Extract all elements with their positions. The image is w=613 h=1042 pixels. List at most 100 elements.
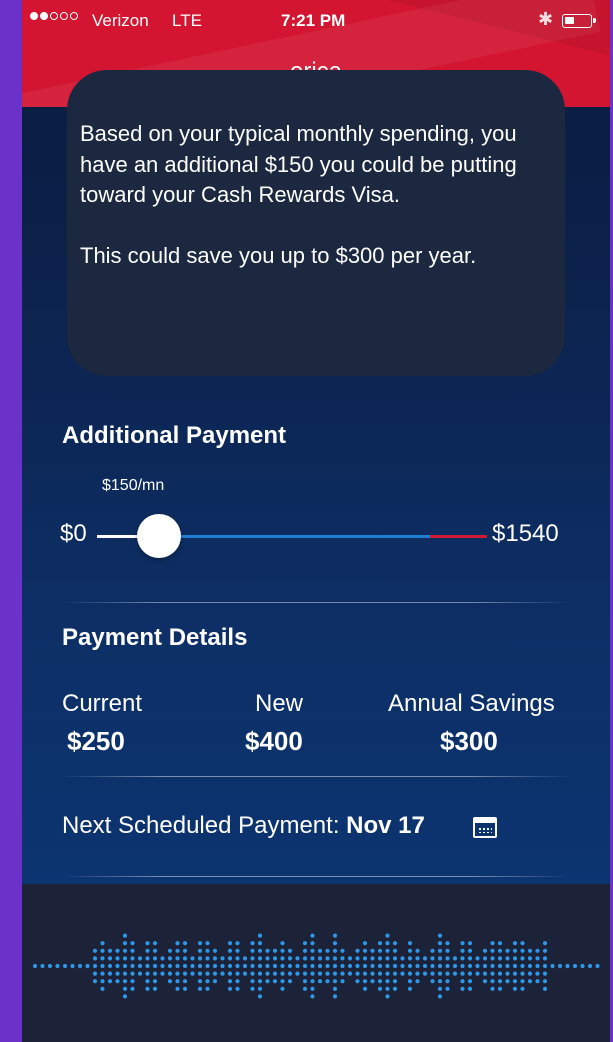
wave-dot [100, 948, 105, 953]
wave-dot [242, 963, 248, 969]
annual-savings-value: $300 [440, 726, 498, 756]
wave-dot [385, 979, 390, 984]
wave-dot [370, 963, 375, 969]
wave-dot [362, 971, 368, 976]
wave-dot [182, 971, 188, 976]
wave-dot [152, 979, 158, 984]
wave-dot [437, 994, 443, 999]
wave-dot [235, 948, 240, 953]
wave-dot [100, 986, 105, 991]
wave-dot [505, 963, 510, 969]
wave-dot [250, 963, 255, 969]
wave-dot [512, 971, 518, 976]
payment-slider-thumb[interactable] [136, 514, 181, 558]
voice-input-panel[interactable] [22, 884, 610, 1042]
wave-dot [535, 971, 540, 976]
wave-dot [407, 979, 413, 984]
wave-dot [385, 933, 390, 938]
wave-dot [280, 963, 285, 969]
wave-dot [167, 956, 173, 961]
wave-dot [130, 971, 135, 976]
wave-dot [347, 971, 353, 976]
wave-dot [280, 948, 285, 953]
divider [60, 602, 572, 603]
wave-dot [385, 971, 390, 976]
wave-dot [355, 971, 360, 976]
slider-min-label: $0 [60, 520, 87, 547]
wave-dot [280, 956, 285, 961]
wave-dot [107, 979, 113, 984]
wave-dot [460, 971, 465, 976]
wave-dot [505, 979, 510, 984]
wave-dot [122, 979, 128, 984]
wave-dot [430, 956, 435, 961]
wave-dot [122, 933, 128, 938]
wave-dot [272, 971, 278, 976]
signal-dot [40, 12, 48, 20]
signal-dot [30, 12, 38, 20]
wave-dot [535, 956, 540, 961]
wave-dot [497, 956, 503, 961]
wave-dot [407, 963, 413, 969]
wave-dot [115, 956, 120, 961]
wave-dot [392, 986, 398, 991]
wave-dot [160, 963, 165, 969]
wave-dot [512, 979, 518, 984]
wave-dot [160, 971, 165, 976]
wave-dot [512, 956, 518, 961]
next-payment-date[interactable]: Nov 17 [346, 812, 425, 839]
wave-dot [340, 963, 345, 969]
wave-dot [287, 956, 293, 961]
wave-dot [497, 948, 503, 953]
wave-dot [362, 948, 368, 953]
wave-dot [415, 948, 420, 953]
wave-dot [415, 971, 420, 976]
wave-dot [47, 963, 53, 969]
wave-dot [362, 963, 368, 969]
wave-dot [182, 979, 188, 984]
calendar-icon[interactable] [473, 817, 497, 838]
wave-dot [145, 971, 150, 976]
wave-dot [257, 933, 263, 938]
wave-dot [512, 963, 518, 969]
wave-dot [460, 948, 465, 953]
wave-dot [370, 956, 375, 961]
wave-dot [40, 963, 45, 969]
wave-dot [100, 979, 105, 984]
wave-dot [325, 963, 330, 969]
wave-dot [92, 979, 98, 984]
wave-dot [287, 963, 293, 969]
wave-dot [257, 963, 263, 969]
wave-dot [115, 979, 120, 984]
wave-dot [175, 979, 180, 984]
wave-dot [520, 986, 525, 991]
wave-dot [107, 956, 113, 961]
wave-dot [325, 948, 330, 953]
wave-dot [115, 971, 120, 976]
wave-dot [332, 979, 338, 984]
wave-dot [242, 956, 248, 961]
wave-dot [550, 963, 555, 969]
wave-dot [490, 956, 495, 961]
wave-dot [572, 963, 578, 969]
wave-dot [385, 956, 390, 961]
wave-dot [295, 963, 300, 969]
wave-dot [235, 986, 240, 991]
wave-dot [107, 971, 113, 976]
wave-dot [265, 956, 270, 961]
wave-dot [212, 971, 218, 976]
wave-dot [167, 979, 173, 984]
wave-dot [115, 948, 120, 953]
wave-dot [152, 986, 158, 991]
wave-dot [137, 971, 143, 976]
wave-dot [182, 963, 188, 969]
wave-dot [430, 963, 435, 969]
wave-dot [467, 963, 473, 969]
wave-dot [250, 971, 255, 976]
wave-dot [137, 963, 143, 969]
wave-dot [527, 979, 533, 984]
wave-dot [385, 986, 390, 991]
wave-dot [130, 956, 135, 961]
wave-dot [385, 994, 390, 999]
wave-dot [92, 948, 98, 953]
